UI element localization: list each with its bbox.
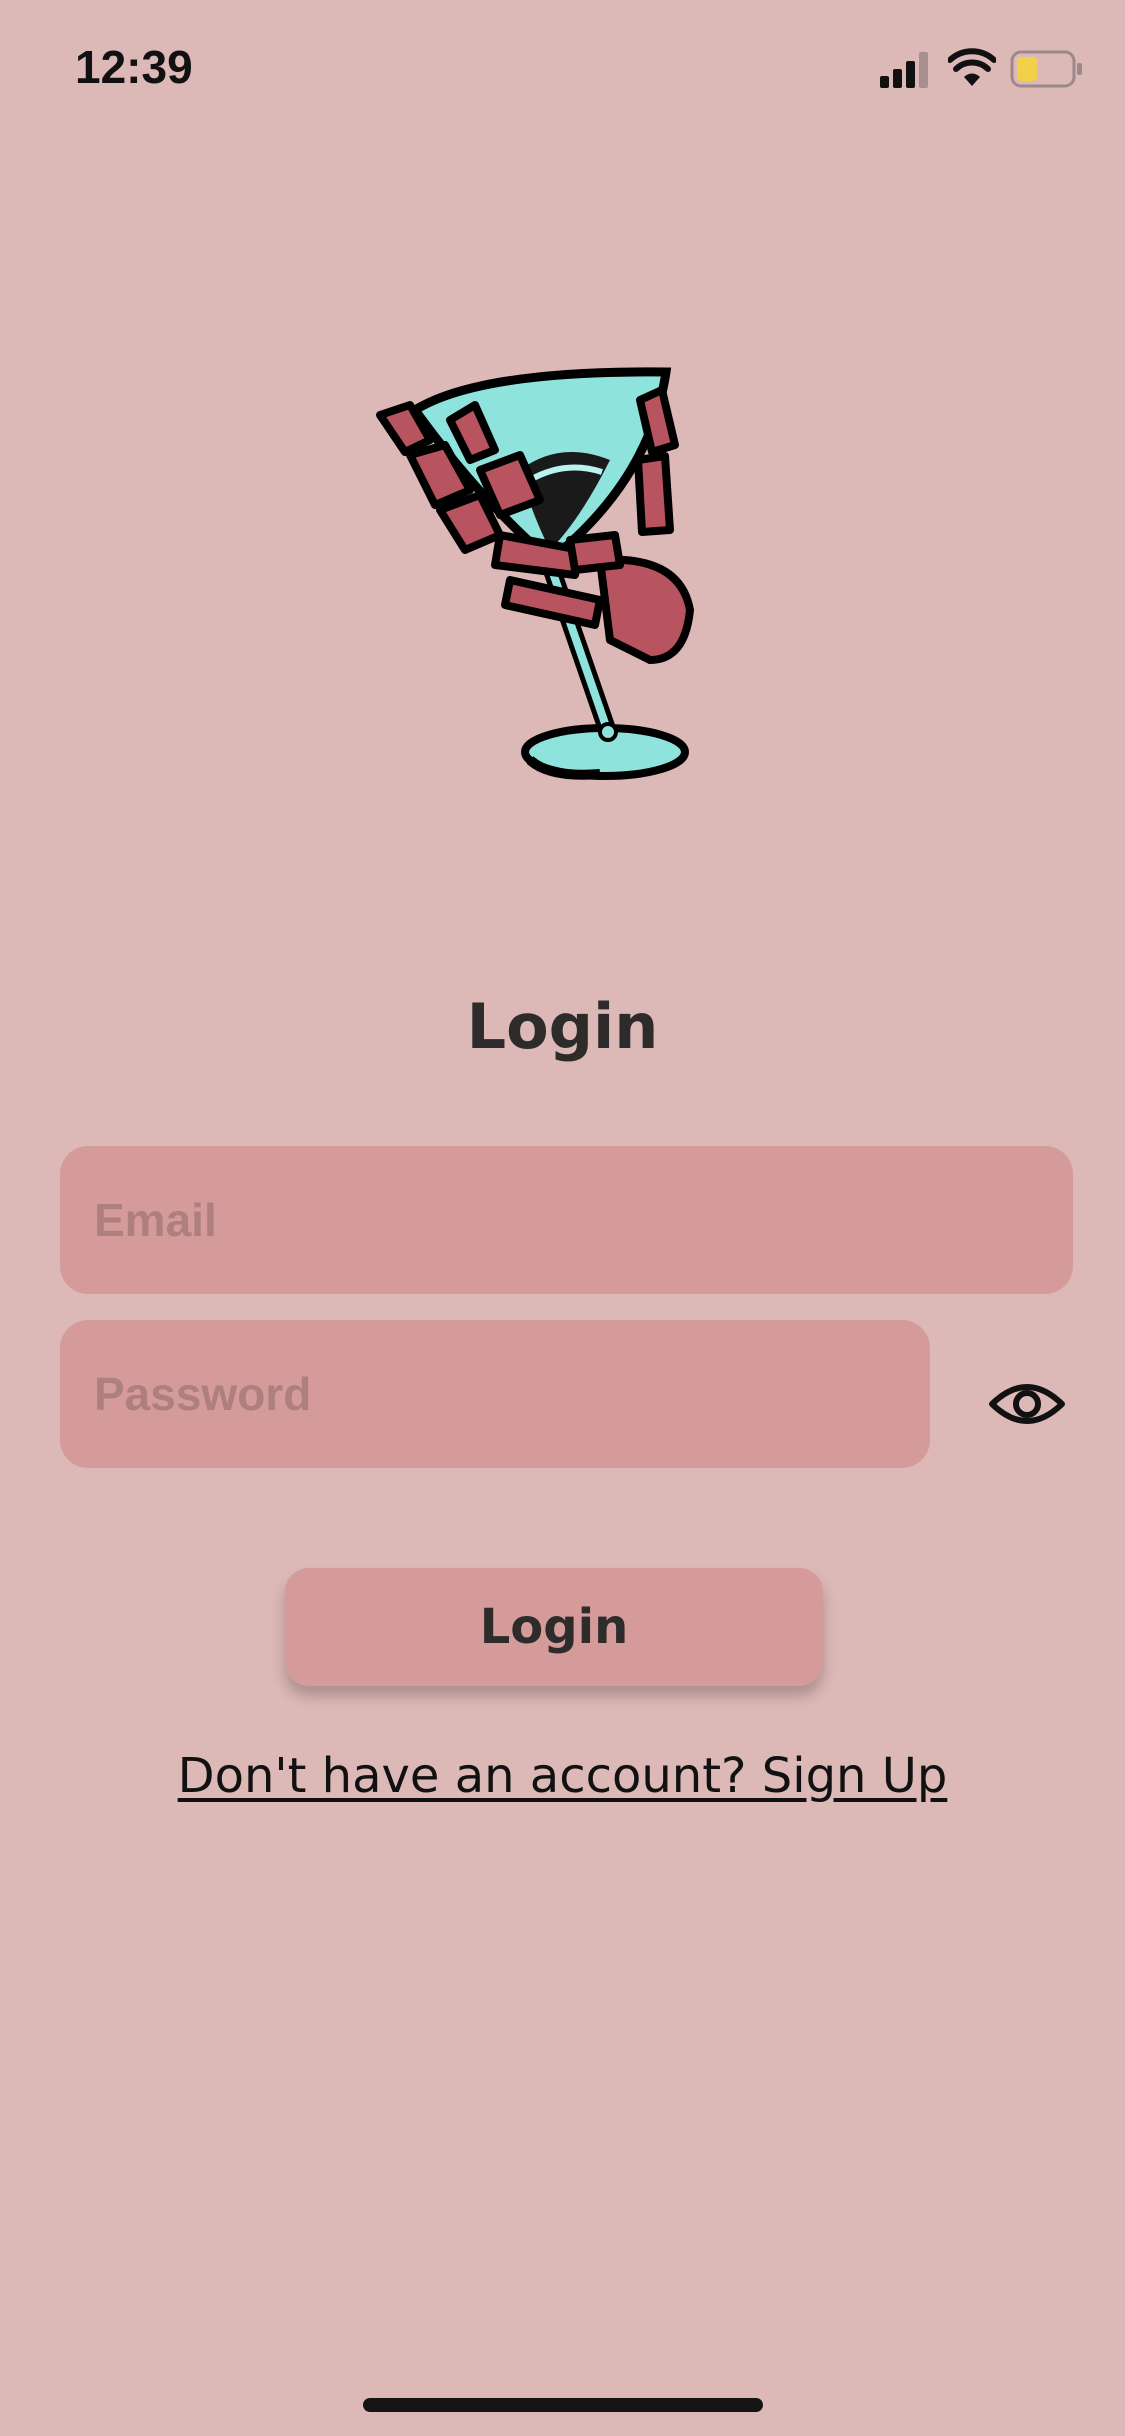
password-placeholder: Password: [94, 1368, 312, 1420]
wifi-icon: [948, 48, 996, 86]
signup-link[interactable]: Don't have an account? Sign Up: [0, 1748, 1125, 1804]
status-time: 12:39: [75, 41, 193, 93]
battery-low-icon: [1010, 50, 1082, 88]
status-bar: 12:39: [0, 0, 1125, 130]
eye-icon[interactable]: [988, 1376, 1066, 1432]
password-field[interactable]: Password: [60, 1320, 930, 1468]
page-title: Login: [466, 990, 659, 1063]
cellular-signal-icon: [880, 52, 928, 88]
home-indicator[interactable]: [363, 2398, 763, 2412]
skeleton-hand-martini-logo: [376, 367, 694, 780]
email-field[interactable]: Email: [60, 1146, 1073, 1294]
email-placeholder: Email: [94, 1194, 217, 1246]
login-button[interactable]: Login: [285, 1568, 823, 1686]
